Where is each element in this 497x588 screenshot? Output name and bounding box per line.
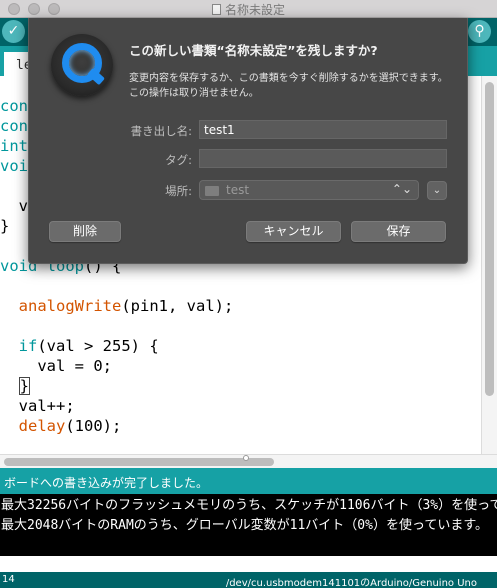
document-icon (211, 4, 221, 15)
location-select[interactable]: test ⌃⌄ (199, 180, 419, 200)
window-title: 名称未設定 (0, 1, 497, 18)
code-line: val++; (0, 396, 75, 416)
code-token: v (0, 197, 28, 215)
window-titlebar: 名称未設定 (0, 0, 497, 18)
expand-dialog-button[interactable]: ⌄ (427, 181, 447, 200)
code-line: } (0, 376, 31, 396)
code-line: if(val > 255) { (0, 336, 159, 356)
code-line: } (0, 216, 9, 236)
updown-chevron-icon: ⌃⌄ (391, 182, 412, 196)
code-line: v (0, 196, 28, 216)
code-token: analogWrite (18, 297, 122, 315)
chevron-down-icon: ⌄ (432, 185, 442, 196)
tags-label: タグ: (165, 153, 192, 167)
status-message: ボードへの書き込みが完了しました。 (4, 476, 209, 490)
tags-field[interactable] (199, 149, 447, 168)
code-line: int (0, 136, 28, 156)
save-button[interactable]: 保存 (351, 221, 446, 242)
code-token: val = 0; (0, 357, 112, 375)
status-bar: ボードへの書き込みが完了しました。 (0, 468, 497, 494)
console-line: 最大32256バイトのフラッシュメモリのうち、スケッチが1106バイト（3%）を… (1, 498, 497, 513)
dialog-title: この新しい書類“名称未設定”を残しますか? (129, 43, 378, 58)
board-port: /dev/cu.usbmodem141101のArduino/Genuino U… (225, 578, 477, 588)
export-name-label: 書き出し名: (130, 124, 192, 138)
code-token: con (0, 97, 28, 115)
folder-icon (205, 186, 219, 196)
code-line: analogWrite(pin1, val); (0, 296, 234, 316)
code-token: con (0, 117, 28, 135)
code-token: (100); (65, 417, 122, 435)
console-spacer (0, 556, 497, 572)
code-line: val = 0; (0, 356, 112, 376)
code-line: voi (0, 156, 28, 176)
code-line: delay(100); (0, 416, 122, 436)
code-token: delay (18, 417, 66, 435)
horizontal-scroll-thumb[interactable] (4, 458, 274, 466)
pane-divider-handle[interactable] (243, 455, 249, 461)
console-line: 最大2048バイトのRAMのうち、グローバル変数が11バイト（0%）を使っていま… (1, 518, 489, 533)
cancel-button[interactable]: キャンセル (246, 221, 341, 242)
code-token: int (0, 137, 28, 155)
dialog-message: 変更内容を保存するか、この書類を今すぐ削除するかを選択できます。この操作は取り消… (129, 73, 448, 99)
code-token: (pin1, val); (121, 297, 234, 315)
verify-button[interactable]: ✓ (2, 20, 25, 43)
vertical-scroll-thumb[interactable] (485, 82, 494, 396)
code-token: voi (0, 157, 28, 175)
code-token: val++; (0, 397, 75, 415)
location-label: 場所: (165, 184, 192, 198)
code-line: con (0, 116, 28, 136)
footer-bar: 14 /dev/cu.usbmodem141101のArduino/Genuin… (0, 572, 497, 588)
save-dialog: この新しい書類“名称未設定”を残しますか? 変更内容を保存するか、この書類を今す… (28, 18, 468, 264)
serial-monitor-button[interactable]: ⚲ (468, 20, 491, 43)
code-line: con (0, 96, 28, 116)
code-token: if (18, 337, 38, 355)
editor-vertical-scrollbar[interactable] (481, 76, 497, 454)
code-token: } (0, 217, 10, 235)
code-token: (val > 255) { (37, 337, 159, 355)
quicktime-icon (51, 34, 113, 96)
delete-button[interactable]: 削除 (49, 221, 121, 242)
console-output: 最大32256バイトのフラッシュメモリのうち、スケッチが1106バイト（3%）を… (0, 494, 497, 556)
export-name-field[interactable]: test1 (199, 120, 447, 139)
text-caret: } (18, 377, 31, 395)
line-number: 14 (2, 574, 15, 585)
